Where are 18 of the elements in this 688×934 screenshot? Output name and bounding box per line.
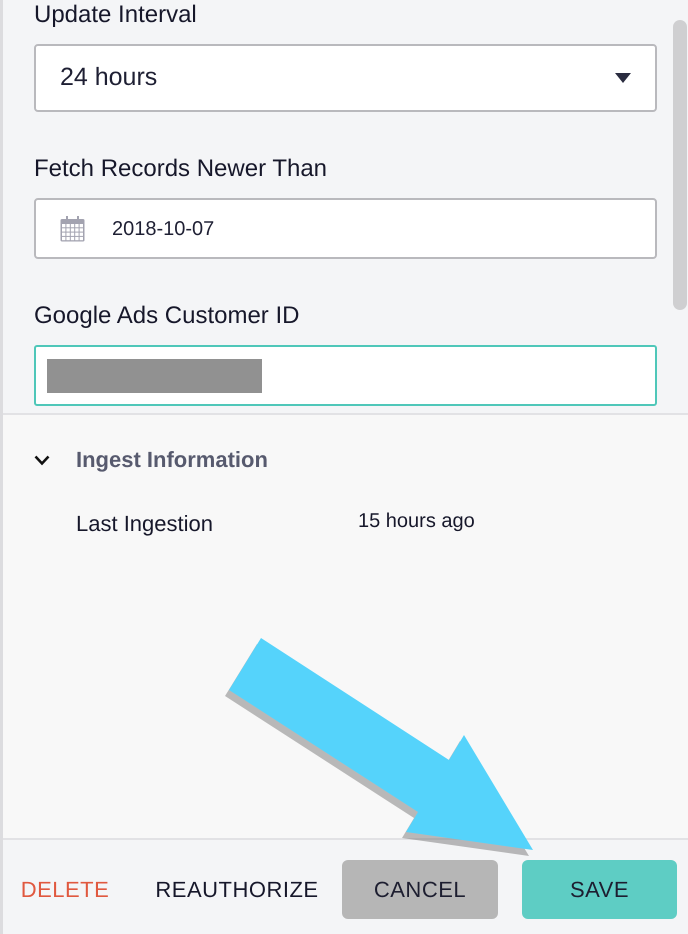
section-title: Ingest Information (76, 446, 268, 474)
chevron-down-icon[interactable] (34, 454, 50, 466)
save-button[interactable]: SAVE (522, 860, 677, 919)
select-value: 24 hours (60, 62, 158, 94)
cancel-button[interactable]: CANCEL (342, 860, 498, 919)
field-label: Fetch Records Newer Than (34, 154, 328, 184)
date-value: 2018-10-07 (112, 216, 214, 242)
input-field[interactable] (34, 345, 657, 406)
info-value: 15 hours ago (358, 509, 475, 534)
calendar-icon (60, 216, 85, 242)
scrollbar-thumb[interactable] (673, 20, 687, 310)
field-label: Update Interval (34, 0, 198, 30)
date-field[interactable]: 2018-10-07 (34, 198, 657, 259)
dropdown-select[interactable]: 24 hours (34, 44, 657, 112)
info-label: Last Ingestion (76, 510, 214, 538)
reauthorize-button[interactable]: REAUTHORIZE (156, 860, 318, 919)
field-label: Google Ads Customer ID (34, 301, 300, 331)
caret-down-icon (615, 73, 631, 83)
